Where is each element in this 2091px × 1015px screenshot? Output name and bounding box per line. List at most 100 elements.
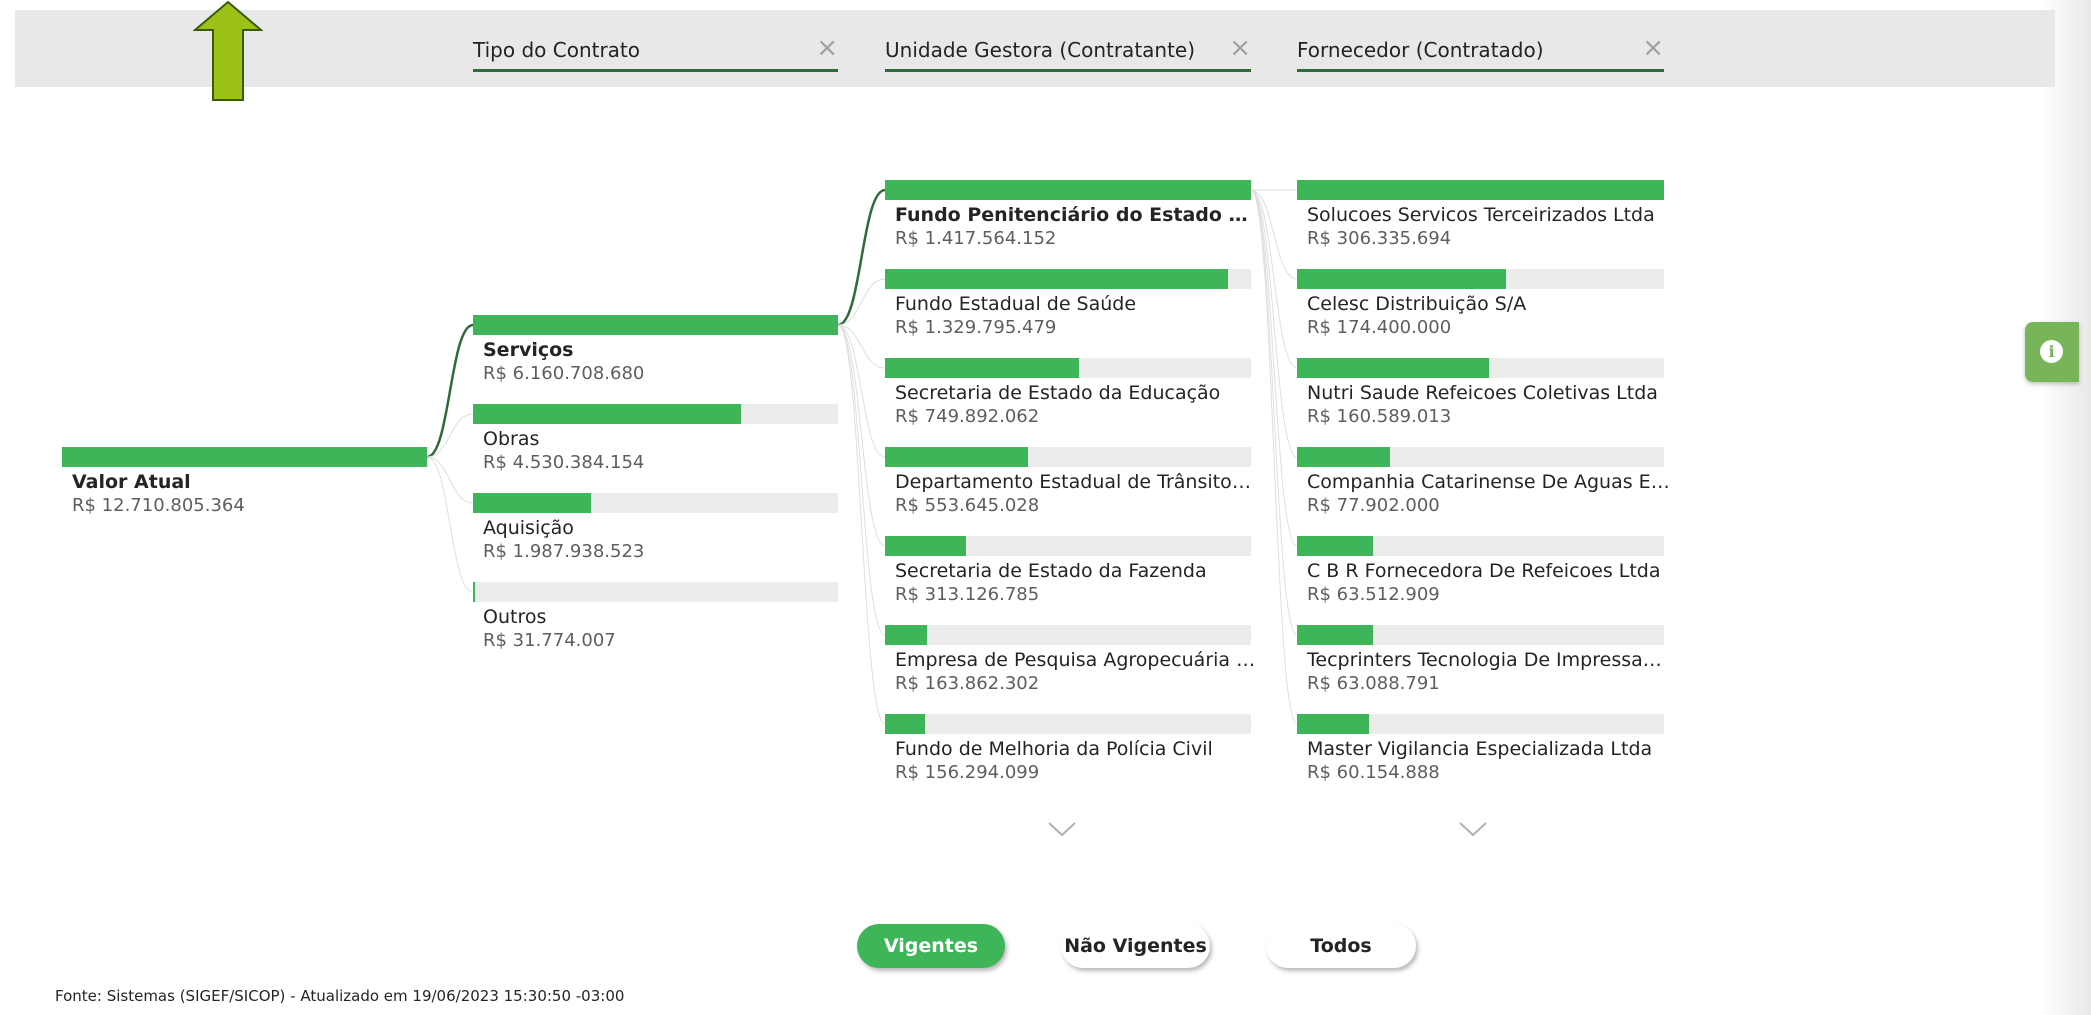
bar-track	[885, 625, 1251, 645]
node-value: R$ 1.417.564.152	[895, 228, 1057, 249]
todos-button[interactable]: Todos	[1266, 924, 1416, 968]
connector-line	[837, 324, 886, 547]
tree-node-fornecedor[interactable]: Nutri Saude Refeicoes Coletivas Ltda R$ 1…	[1297, 358, 1664, 438]
info-icon: i	[2040, 340, 2063, 363]
tree-node-tipo[interactable]: Outros R$ 31.774.007	[473, 582, 838, 662]
bar-fill	[473, 315, 838, 335]
node-label: Aquisição	[483, 517, 574, 539]
chevron-down-icon[interactable]	[1047, 820, 1077, 838]
node-value: R$ 163.862.302	[895, 673, 1040, 694]
tree-node-unidade[interactable]: Fundo Estadual de Saúde R$ 1.329.795.479	[885, 269, 1251, 349]
tree-node-fornecedor[interactable]: Companhia Catarinense De Aguas E Sa... R$…	[1297, 447, 1670, 527]
node-value: R$ 156.294.099	[895, 762, 1040, 783]
node-value: R$ 160.589.013	[1307, 406, 1452, 427]
node-label: Companhia Catarinense De Aguas E Sa...	[1307, 471, 1670, 493]
bar-fill	[62, 447, 427, 467]
node-label: Departamento Estadual de Trânsito- DE...	[895, 471, 1257, 493]
bar-track	[885, 714, 1251, 734]
node-label: Fundo Penitenciário do Estado de Sa...	[895, 204, 1257, 226]
node-value: R$ 553.645.028	[895, 495, 1040, 516]
info-button[interactable]: i	[2025, 322, 2079, 382]
node-value: R$ 306.335.694	[1307, 228, 1452, 249]
bar-fill	[885, 269, 1228, 289]
connector-line	[837, 324, 886, 369]
tree-node-unidade[interactable]: Fundo Penitenciário do Estado de Sa...R$…	[885, 180, 1257, 260]
decomposition-tree-report: Tipo do Contrato × Unidade Gestora (Cont…	[0, 0, 2091, 1015]
node-label: Valor Atual	[72, 471, 191, 493]
tree-node-unidade[interactable]: Departamento Estadual de Trânsito- DE...…	[885, 447, 1257, 527]
chevron-down-icon[interactable]	[1458, 820, 1488, 838]
connector-line	[837, 324, 886, 725]
node-label: Fundo Estadual de Saúde	[895, 293, 1137, 315]
bar-fill	[473, 493, 591, 513]
node-value: R$ 313.126.785	[895, 584, 1040, 605]
connector-line	[426, 456, 474, 593]
bar-fill	[885, 625, 927, 645]
tree-node-fornecedor[interactable]: Celesc Distribuição S/A R$ 174.400.000	[1297, 269, 1664, 349]
node-label: Tecprinters Tecnologia De Impressao Ltda	[1307, 649, 1670, 671]
node-value: R$ 60.154.888	[1307, 762, 1440, 783]
bar-fill	[1297, 180, 1664, 200]
bar-track	[473, 582, 838, 602]
bar-fill	[1297, 625, 1373, 645]
connector-line	[1250, 189, 1298, 369]
connector-line	[837, 188, 886, 327]
node-label: Empresa de Pesquisa Agropecuária e Ex...	[895, 649, 1257, 671]
bar-fill	[1297, 358, 1489, 378]
node-value: R$ 63.088.791	[1307, 673, 1440, 694]
tree-node-unidade[interactable]: Secretaria de Estado da Fazenda R$ 313.12…	[885, 536, 1251, 616]
tree-node-tipo[interactable]: Serviços R$ 6.160.708.680	[473, 315, 838, 395]
bar-fill	[1297, 536, 1373, 556]
tree-node-tipo[interactable]: Aquisição R$ 1.987.938.523	[473, 493, 838, 573]
node-label: Obras	[483, 428, 540, 450]
bar-fill	[885, 536, 966, 556]
tree-node-fornecedor[interactable]: C B R Fornecedora De Refeicoes Ltda R$ 63…	[1297, 536, 1664, 616]
node-label: Secretaria de Estado da Educação	[895, 382, 1221, 404]
node-label: Solucoes Servicos Terceirizados Ltda	[1307, 204, 1655, 226]
node-label: Serviços	[483, 339, 574, 361]
node-label: Master Vigilancia Especializada Ltda	[1307, 738, 1653, 760]
node-label: Celesc Distribuição S/A	[1307, 293, 1527, 315]
bar-fill	[885, 714, 925, 734]
bar-fill	[1297, 269, 1506, 289]
tree-node-fornecedor[interactable]: Master Vigilancia Especializada Ltda R$ 6…	[1297, 714, 1664, 794]
tree-node-fornecedor[interactable]: Solucoes Servicos Terceirizados Ltda R$ 3…	[1297, 180, 1664, 260]
node-value: R$ 77.902.000	[1307, 495, 1440, 516]
node-value: R$ 63.512.909	[1307, 584, 1440, 605]
tree-node-unidade[interactable]: Secretaria de Estado da Educação R$ 749.8…	[885, 358, 1251, 438]
bar-fill	[473, 404, 741, 424]
node-value: R$ 12.710.805.364	[72, 495, 245, 516]
connector-line	[426, 456, 474, 504]
node-value: R$ 749.892.062	[895, 406, 1040, 427]
nao-vigentes-button[interactable]: Não Vigentes	[1061, 924, 1210, 968]
node-label: Fundo de Melhoria da Polícia Civil	[895, 738, 1213, 760]
node-value: R$ 31.774.007	[483, 630, 616, 651]
tree-node-unidade[interactable]: Empresa de Pesquisa Agropecuária e Ex...…	[885, 625, 1257, 705]
bar-fill	[1297, 714, 1369, 734]
node-label: Outros	[483, 606, 547, 628]
node-value: R$ 1.329.795.479	[895, 317, 1057, 338]
tree-node-fornecedor[interactable]: Tecprinters Tecnologia De Impressao Ltda…	[1297, 625, 1670, 705]
bar-fill	[885, 447, 1028, 467]
connector-line	[1250, 189, 1298, 547]
bar-fill	[473, 582, 475, 602]
tree-node-unidade[interactable]: Fundo de Melhoria da Polícia Civil R$ 156…	[885, 714, 1251, 794]
connector-line	[1250, 189, 1298, 725]
connector-line	[426, 323, 474, 459]
source-footer: Fonte: Sistemas (SIGEF/SICOP) - Atualiza…	[55, 987, 625, 1005]
node-label: Secretaria de Estado da Fazenda	[895, 560, 1207, 582]
bar-fill	[885, 180, 1251, 200]
bar-fill	[1297, 447, 1390, 467]
tree-node-root[interactable]: Valor Atual R$ 12.710.805.364	[62, 447, 427, 527]
vigentes-button[interactable]: Vigentes	[857, 924, 1005, 968]
bar-fill	[885, 358, 1079, 378]
tree-node-tipo[interactable]: Obras R$ 4.530.384.154	[473, 404, 838, 484]
connector-line	[837, 324, 886, 636]
node-value: R$ 1.987.938.523	[483, 541, 645, 562]
node-label: C B R Fornecedora De Refeicoes Ltda	[1307, 560, 1661, 582]
connector-line	[1250, 189, 1298, 636]
node-label: Nutri Saude Refeicoes Coletivas Ltda	[1307, 382, 1658, 404]
node-value: R$ 4.530.384.154	[483, 452, 645, 473]
node-value: R$ 174.400.000	[1307, 317, 1452, 338]
node-value: R$ 6.160.708.680	[483, 363, 645, 384]
